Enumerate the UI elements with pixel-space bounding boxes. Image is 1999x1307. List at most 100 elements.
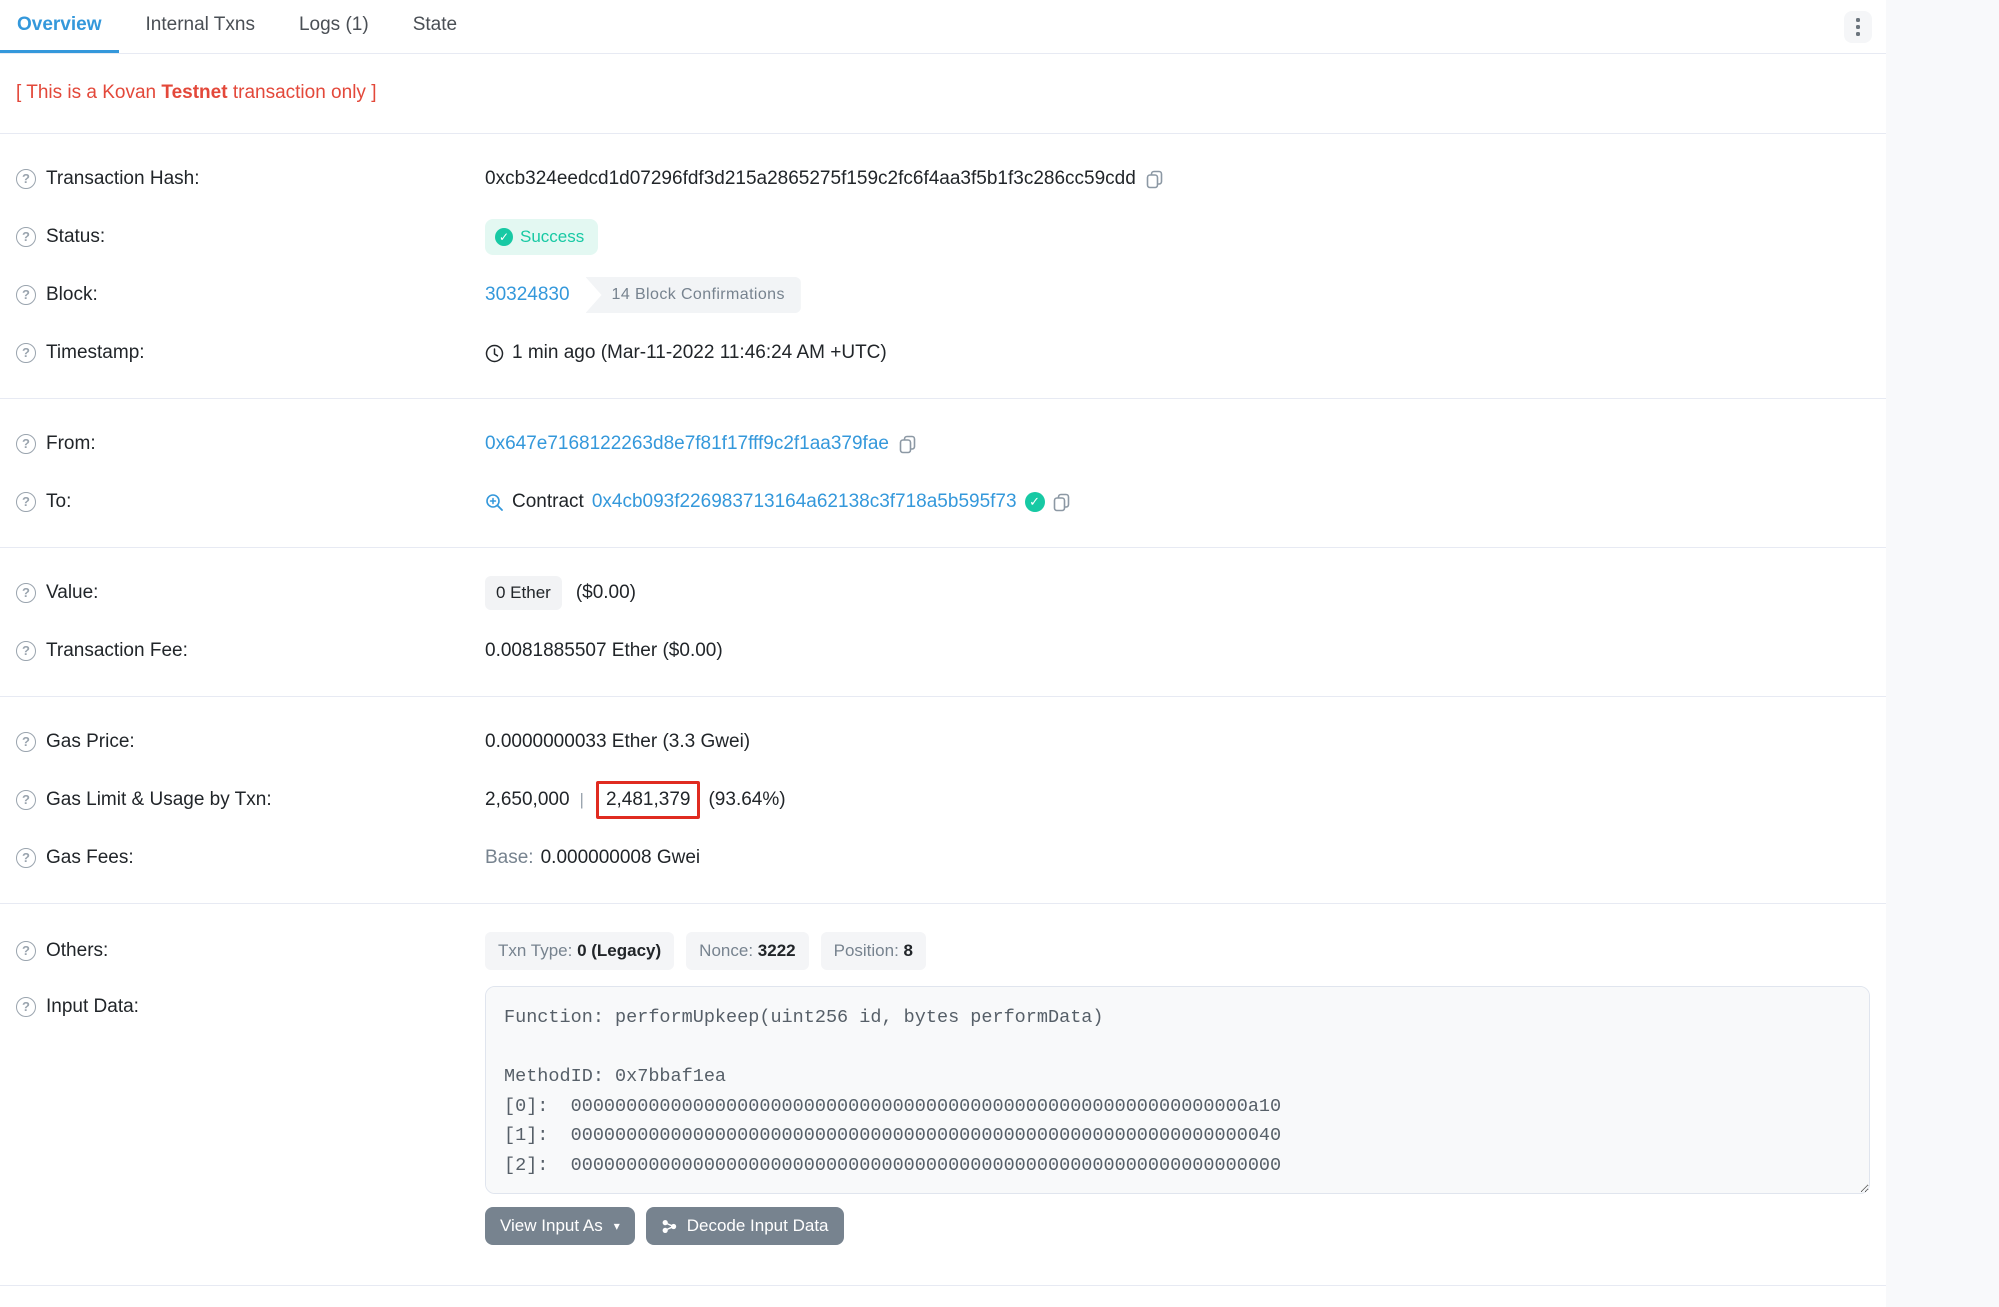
input-data-actions: View Input As ▾ Decode Input Data — [485, 1207, 1870, 1245]
help-icon[interactable]: ? — [16, 997, 36, 1017]
testnet-notice: [ This is a Kovan Testnet transaction on… — [0, 54, 1886, 134]
help-icon[interactable]: ? — [16, 848, 36, 868]
nonce-label: Nonce: — [699, 941, 753, 960]
transaction-detail-card: Overview Internal Txns Logs (1) State [ … — [0, 0, 1886, 1307]
to-type: Contract — [512, 491, 584, 513]
nonce-badge: Nonce: 3222 — [686, 932, 808, 970]
more-options-button[interactable] — [1844, 11, 1872, 43]
txn-type-value: 0 (Legacy) — [577, 941, 661, 960]
view-input-as-label: View Input As — [500, 1216, 603, 1236]
position-badge: Position: 8 — [821, 932, 926, 970]
view-input-as-button[interactable]: View Input As ▾ — [485, 1207, 635, 1245]
help-icon[interactable]: ? — [16, 227, 36, 247]
tab-state[interactable]: State — [396, 0, 474, 53]
row-timestamp: ? Timestamp: 1 min ago (Mar-11-2022 11:4… — [16, 324, 1870, 382]
gas-limit-value: 2,650,000 — [485, 789, 570, 811]
verified-contract-icon: ✓ — [1025, 492, 1045, 512]
help-icon[interactable]: ? — [16, 434, 36, 454]
block-label: Block: — [46, 284, 98, 306]
block-number-link[interactable]: 30324830 — [485, 284, 570, 306]
input-data-label: Input Data: — [46, 996, 139, 1018]
transaction-hash-value: 0xcb324eedcd1d07296fdf3d215a2865275f159c… — [485, 168, 1136, 190]
row-others: ? Others: Txn Type: 0 (Legacy) Nonce: 32… — [16, 920, 1870, 982]
gas-fees-label: Gas Fees: — [46, 847, 134, 869]
section-others-input: ? Others: Txn Type: 0 (Legacy) Nonce: 32… — [0, 904, 1886, 1286]
nonce-value: 3222 — [758, 941, 796, 960]
gas-price-value: 0.0000000033 Ether (3.3 Gwei) — [485, 731, 750, 753]
row-input-data: ? Input Data: Function: performUpkeep(ui… — [16, 986, 1870, 1245]
gas-used-annotation-box: 2,481,379 — [596, 781, 701, 819]
section-overview-top: ? Transaction Hash: 0xcb324eedcd1d07296f… — [0, 134, 1886, 399]
value-label: Value: — [46, 582, 98, 604]
ether-value-badge: 0 Ether — [485, 576, 562, 610]
gas-used-percent: (93.64%) — [708, 789, 785, 811]
notice-post: transaction only ] — [228, 82, 377, 103]
tab-overview[interactable]: Overview — [0, 0, 119, 53]
tab-logs[interactable]: Logs (1) — [282, 0, 386, 53]
help-icon[interactable]: ? — [16, 941, 36, 961]
position-label: Position: — [834, 941, 899, 960]
gas-price-label: Gas Price: — [46, 731, 135, 753]
copy-icon — [1146, 170, 1163, 189]
magnifier-plus-icon[interactable] — [485, 493, 504, 512]
gas-limit-label: Gas Limit & Usage by Txn: — [46, 789, 272, 811]
decode-input-data-label: Decode Input Data — [687, 1216, 829, 1236]
help-icon[interactable]: ? — [16, 732, 36, 752]
decode-nodes-icon — [661, 1218, 678, 1235]
status-label: Status: — [46, 226, 105, 248]
tab-internal-txns-label: Internal Txns — [146, 14, 255, 36]
status-badge: ✓ Success — [485, 219, 598, 255]
from-address-link[interactable]: 0x647e7168122263d8e7f81f17fff9c2f1aa379f… — [485, 433, 889, 455]
transaction-fee-value: 0.0081885507 Ether ($0.00) — [485, 640, 723, 662]
notice-bold: Testnet — [161, 82, 227, 103]
block-confirmations-badge: 14 Block Confirmations — [586, 277, 801, 313]
row-from: ? From: 0x647e7168122263d8e7f81f17fff9c2… — [16, 415, 1870, 473]
section-value-fee: ? Value: 0 Ether ($0.00) ? Transaction F… — [0, 548, 1886, 697]
to-label: To: — [46, 491, 71, 513]
from-label: From: — [46, 433, 96, 455]
position-value: 8 — [904, 941, 913, 960]
copy-to-address-button[interactable] — [1053, 493, 1070, 512]
row-gas-limit-usage: ? Gas Limit & Usage by Txn: 2,650,000 | … — [16, 771, 1870, 829]
others-label: Others: — [46, 940, 108, 962]
gas-fees-base-value: 0.000000008 Gwei — [541, 847, 701, 869]
help-icon[interactable]: ? — [16, 790, 36, 810]
timestamp-label: Timestamp: — [46, 342, 145, 364]
input-data-textarea[interactable]: Function: performUpkeep(uint256 id, byte… — [485, 986, 1870, 1194]
row-value: ? Value: 0 Ether ($0.00) — [16, 564, 1870, 622]
to-address-link[interactable]: 0x4cb093f226983713164a62138c3f718a5b595f… — [592, 491, 1017, 513]
transaction-fee-label: Transaction Fee: — [46, 640, 188, 662]
help-icon[interactable]: ? — [16, 583, 36, 603]
row-gas-price: ? Gas Price: 0.0000000033 Ether (3.3 Gwe… — [16, 713, 1870, 771]
help-icon[interactable]: ? — [16, 285, 36, 305]
tab-state-label: State — [413, 14, 457, 36]
gas-fees-base-label: Base: — [485, 847, 534, 869]
row-gas-fees: ? Gas Fees: Base: 0.000000008 Gwei — [16, 829, 1870, 887]
copy-hash-button[interactable] — [1146, 170, 1163, 189]
clock-icon — [485, 344, 504, 363]
usd-value: ($0.00) — [576, 582, 636, 604]
help-icon[interactable]: ? — [16, 169, 36, 189]
notice-pre: [ This is a Kovan — [16, 82, 161, 103]
help-icon[interactable]: ? — [16, 492, 36, 512]
decode-input-data-button[interactable]: Decode Input Data — [646, 1207, 844, 1245]
tab-overview-label: Overview — [17, 14, 102, 36]
copy-from-address-button[interactable] — [899, 435, 916, 454]
help-icon[interactable]: ? — [16, 343, 36, 363]
tab-internal-txns[interactable]: Internal Txns — [129, 0, 272, 53]
row-status: ? Status: ✓ Success — [16, 208, 1870, 266]
help-icon[interactable]: ? — [16, 641, 36, 661]
status-value: Success — [520, 227, 584, 247]
section-gas: ? Gas Price: 0.0000000033 Ether (3.3 Gwe… — [0, 697, 1886, 904]
tab-logs-label: Logs (1) — [299, 14, 369, 36]
row-transaction-hash: ? Transaction Hash: 0xcb324eedcd1d07296f… — [16, 150, 1870, 208]
copy-icon — [1053, 493, 1070, 512]
row-block: ? Block: 30324830 14 Block Confirmations — [16, 266, 1870, 324]
chevron-down-icon: ▾ — [614, 1219, 620, 1233]
section-addresses: ? From: 0x647e7168122263d8e7f81f17fff9c2… — [0, 399, 1886, 548]
transaction-hash-label: Transaction Hash: — [46, 168, 199, 190]
tab-bar: Overview Internal Txns Logs (1) State — [0, 0, 1886, 54]
txn-type-label: Txn Type: — [498, 941, 572, 960]
gas-used-value: 2,481,379 — [606, 789, 691, 810]
txn-type-badge: Txn Type: 0 (Legacy) — [485, 932, 674, 970]
